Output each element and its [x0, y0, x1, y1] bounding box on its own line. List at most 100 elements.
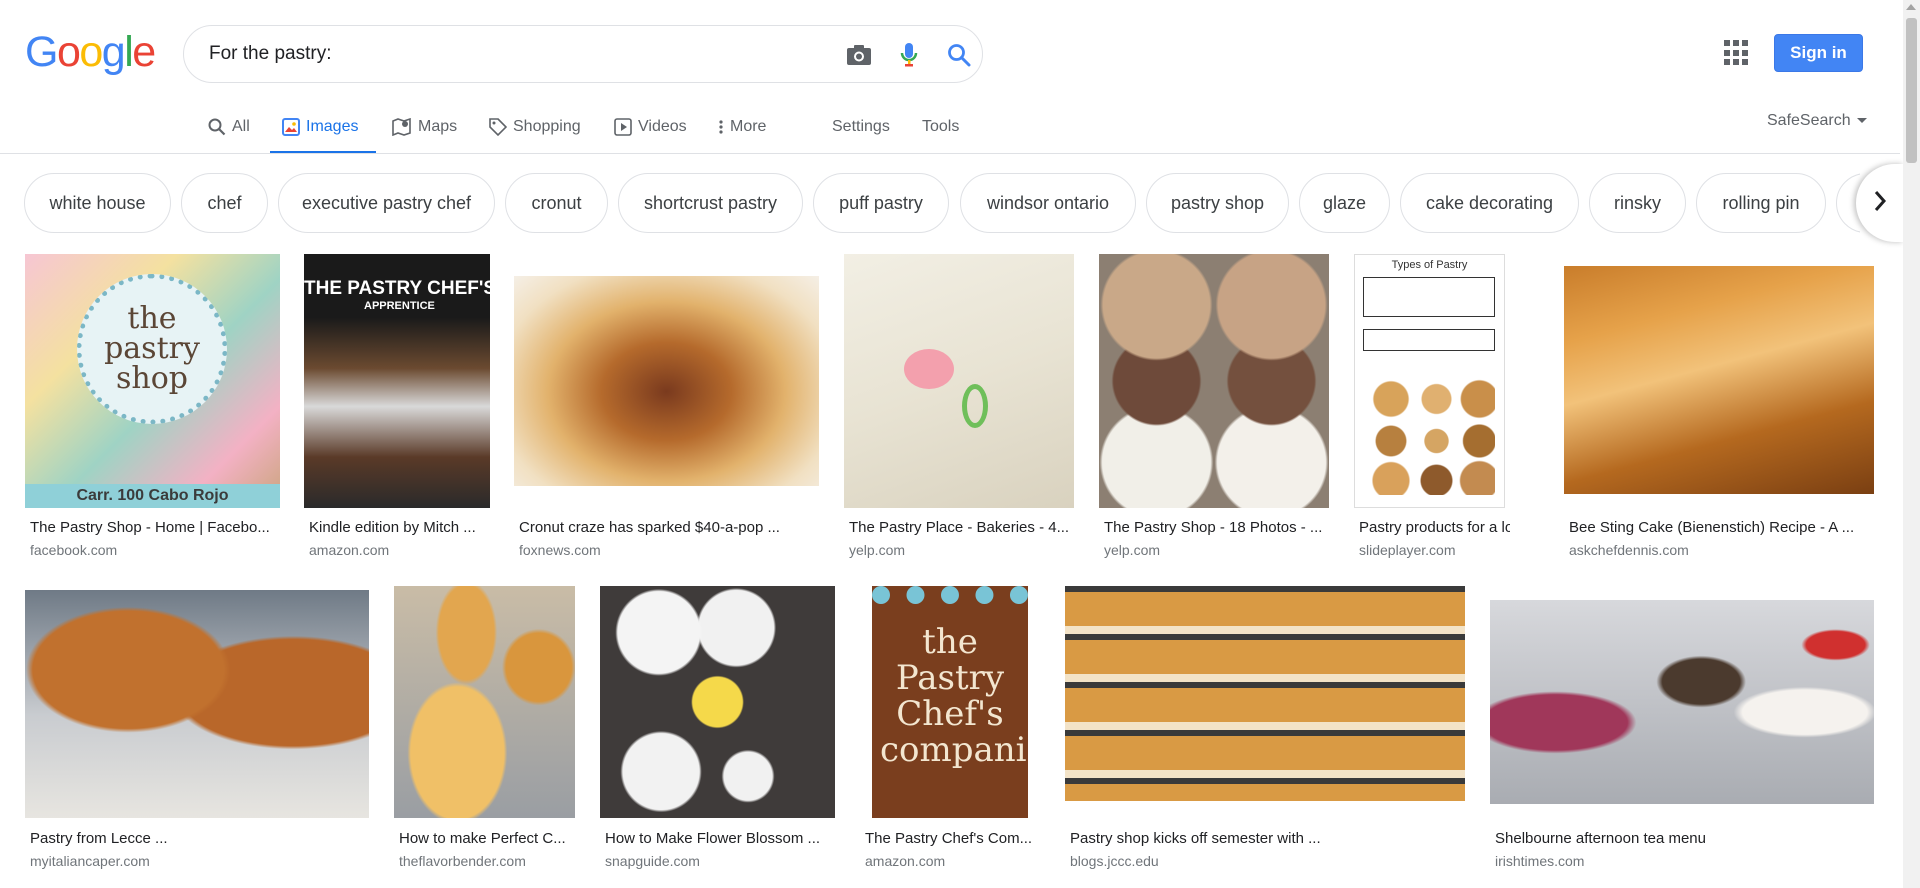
result-source: askchefdennis.com: [1569, 542, 1689, 558]
google-logo[interactable]: Google: [25, 28, 156, 76]
result-thumbnail: [1065, 586, 1465, 801]
result-title[interactable]: The Pastry Shop - 18 Photos - ...: [1104, 519, 1324, 536]
image-result[interactable]: How to make Perfect C... theflavorbender…: [394, 586, 575, 876]
result-title[interactable]: Pastry from Lecce ...: [30, 830, 360, 847]
search-box: [183, 25, 983, 83]
book-title: the Pastry Chef's companion: [880, 622, 1028, 770]
tab-tools[interactable]: Tools: [922, 100, 959, 154]
chips-next-button[interactable]: [1856, 164, 1904, 242]
image-result[interactable]: Pastry shop kicks off semester with ... …: [1065, 586, 1465, 876]
image-result[interactable]: The Pastry Shop - 18 Photos - ... yelp.c…: [1099, 254, 1329, 560]
result-title[interactable]: How to Make Flower Blossom ...: [605, 830, 830, 847]
related-chip[interactable]: chef: [181, 173, 268, 233]
result-thumbnail: [1099, 254, 1329, 508]
related-chip[interactable]: puff pastry: [813, 173, 949, 233]
result-title[interactable]: Cronut craze has sparked $40-a-pop ...: [519, 519, 814, 536]
search-input[interactable]: [209, 40, 769, 68]
result-source: amazon.com: [309, 542, 390, 558]
result-thumbnail: [1564, 266, 1874, 494]
related-chip[interactable]: rinsky: [1589, 173, 1686, 233]
tag-icon: [489, 118, 507, 136]
play-icon: [614, 118, 632, 136]
result-title[interactable]: The Pastry Place - Bakeries - 4...: [849, 519, 1069, 536]
chevron-right-icon: [1873, 190, 1887, 217]
image-result[interactable]: Shelbourne afternoon tea menu irishtimes…: [1490, 586, 1874, 876]
map-icon: [392, 118, 412, 136]
logo-letter: o: [79, 28, 103, 76]
related-chip[interactable]: cronut: [505, 173, 608, 233]
result-title[interactable]: Pastry products for a lo...: [1359, 519, 1510, 536]
related-chip[interactable]: cake decorating: [1400, 173, 1579, 233]
result-title[interactable]: Shelbourne afternoon tea menu: [1495, 830, 1875, 847]
book-subtitle: APPRENTICE: [364, 300, 435, 312]
image-result[interactable]: Pastry from Lecce ... myitaliancaper.com: [25, 586, 369, 876]
worksheet-box: [1363, 277, 1495, 317]
image-result[interactable]: The Pastry Place - Bakeries - 4... yelp.…: [844, 254, 1074, 560]
scroll-up-arrow-icon[interactable]: [1906, 4, 1916, 10]
related-chip[interactable]: glaze: [1299, 173, 1390, 233]
tab-label: Videos: [638, 118, 687, 135]
result-title[interactable]: Pastry shop kicks off semester with ...: [1070, 830, 1460, 847]
related-chip[interactable]: executive pastry chef: [278, 173, 495, 233]
tab-label: Shopping: [513, 118, 581, 135]
result-source: blogs.jccc.edu: [1070, 853, 1159, 869]
camera-icon[interactable]: [844, 40, 874, 70]
result-source: myitaliancaper.com: [30, 853, 150, 869]
header-divider: [0, 153, 1900, 154]
microphone-icon[interactable]: [894, 40, 924, 70]
result-source: yelp.com: [849, 542, 906, 558]
image-result[interactable]: the pastry shop Carr. 100 Cabo Rojo The …: [25, 254, 280, 560]
image-result[interactable]: Cronut craze has sparked $40-a-pop ... f…: [514, 254, 819, 560]
logo-letter: o: [56, 28, 81, 76]
related-chip[interactable]: white house: [24, 173, 171, 233]
tab-settings[interactable]: Settings: [832, 100, 890, 154]
image-result[interactable]: the Pastry Chef's companion The Pastry C…: [860, 586, 1040, 876]
result-source: irishtimes.com: [1495, 853, 1585, 869]
thumbnail-caption: Carr. 100 Cabo Rojo: [25, 484, 280, 508]
result-source: amazon.com: [865, 853, 946, 869]
related-chip[interactable]: windsor ontario: [960, 173, 1136, 233]
result-thumbnail: [394, 586, 575, 818]
logo-letter: l: [124, 28, 134, 76]
sign-in-button[interactable]: Sign in: [1774, 34, 1863, 72]
pastry-samples: [1365, 375, 1495, 495]
result-source: facebook.com: [30, 542, 118, 558]
search-tabs: All Images Maps Shopping Videos More Set…: [0, 100, 1900, 154]
image-result[interactable]: Bee Sting Cake (Bienenstich) Recipe - A …: [1564, 254, 1874, 560]
image-icon: [282, 118, 300, 136]
apps-grid-icon[interactable]: [1724, 40, 1750, 66]
result-thumbnail: [1490, 600, 1874, 804]
image-result[interactable]: How to Make Flower Blossom ... snapguide…: [600, 586, 835, 876]
related-chip[interactable]: rolling pin: [1696, 173, 1826, 233]
image-result[interactable]: THE PASTRY CHEF'S APPRENTICE Kindle edit…: [304, 254, 490, 560]
search-icon[interactable]: [944, 40, 974, 70]
safesearch-dropdown[interactable]: SafeSearch: [1767, 112, 1868, 130]
tab-shopping[interactable]: Shopping: [489, 100, 581, 154]
tab-label: Tools: [922, 118, 960, 135]
image-result[interactable]: Types of Pastry Pastry products for a lo…: [1354, 254, 1510, 560]
pink-rose: [904, 349, 954, 389]
more-vert-icon: [718, 118, 724, 136]
tab-images[interactable]: Images: [270, 100, 376, 154]
tab-maps[interactable]: Maps: [392, 100, 457, 154]
tab-all[interactable]: All: [208, 100, 250, 154]
result-title[interactable]: Kindle edition by Mitch ...: [309, 519, 485, 536]
tab-label: More: [730, 118, 767, 135]
tab-label: All: [232, 118, 250, 135]
tab-label: Images: [306, 118, 359, 135]
result-thumbnail: THE PASTRY CHEF'S APPRENTICE: [304, 254, 490, 508]
related-chip[interactable]: pastry shop: [1146, 173, 1289, 233]
tab-more[interactable]: More: [718, 100, 766, 154]
safesearch-label: SafeSearch: [1767, 112, 1851, 129]
result-title[interactable]: The Pastry Shop - Home | Facebo...: [30, 519, 275, 536]
result-title[interactable]: The Pastry Chef's Com...: [865, 830, 1040, 847]
related-chip[interactable]: shortcrust pastry: [618, 173, 803, 233]
result-title[interactable]: How to make Perfect C...: [399, 830, 575, 847]
chevron-down-icon: [1857, 118, 1868, 124]
result-source: yelp.com: [1104, 542, 1161, 558]
worksheet-box: [1363, 329, 1495, 351]
result-title[interactable]: Bee Sting Cake (Bienenstich) Recipe - A …: [1569, 519, 1874, 536]
scrollbar-thumb[interactable]: [1906, 18, 1917, 163]
tab-videos[interactable]: Videos: [614, 100, 687, 154]
tab-label: Settings: [832, 118, 890, 135]
